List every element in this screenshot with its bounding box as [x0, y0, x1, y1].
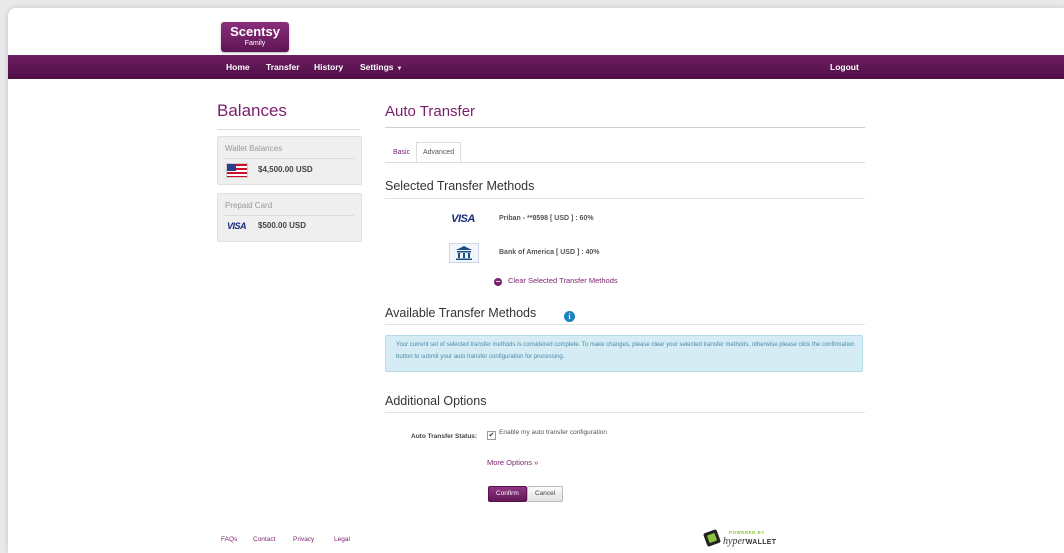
scentsy-family-logo[interactable]: Scentsy Family [221, 22, 289, 52]
method-name: Bank of America [499, 249, 554, 256]
footer-link-contact[interactable]: Contact [253, 536, 275, 543]
us-flag-icon [226, 163, 248, 178]
footer-link-faqs[interactable]: FAQs [221, 536, 237, 543]
auto-transfer-status-label: Auto Transfer Status: [411, 433, 478, 440]
selected-methods-heading: Selected Transfer Methods [385, 179, 535, 193]
info-alert: Your current set of selected transfer me… [385, 335, 863, 372]
nav-settings[interactable]: Settings ▼ [360, 55, 402, 79]
prepaid-card-title: Prepaid Card [225, 201, 273, 210]
prepaid-card-card: Prepaid Card VISA $500.00 USD [217, 193, 362, 242]
additional-options-heading: Additional Options [385, 394, 487, 408]
balances-divider [217, 129, 360, 130]
tabs-divider [385, 162, 865, 163]
wallet-balances-card: Wallet Balances $4,500.00 USD [217, 136, 362, 185]
method-percent: : 60% [575, 215, 594, 222]
wallet-balances-title: Wallet Balances [225, 144, 283, 153]
card-divider [225, 158, 354, 159]
nav-home[interactable]: Home [226, 55, 250, 79]
nav-history[interactable]: History [314, 55, 343, 79]
nav-settings-label: Settings [360, 62, 394, 72]
method-currency: [ USD ] [555, 249, 580, 256]
chevron-down-icon: ▼ [396, 66, 403, 72]
card-divider [225, 215, 354, 216]
method-percent: : 40% [581, 249, 600, 256]
top-navbar: Home Transfer History Settings ▼ Logout [8, 55, 1064, 79]
footer-link-legal[interactable]: Legal [334, 536, 350, 543]
visa-icon: VISA [227, 221, 247, 231]
clear-selected-methods-link[interactable]: − Clear Selected Transfer Methods [494, 276, 618, 286]
transfer-method-row: Priban - **8598 [ USD ] : 60% [499, 215, 594, 222]
logo-subtitle: Family [244, 40, 266, 47]
available-methods-heading: Available Transfer Methods [385, 306, 537, 320]
more-options-link[interactable]: More Options » [487, 458, 538, 467]
tab-advanced[interactable]: Advanced [416, 142, 462, 164]
info-icon[interactable]: i [564, 311, 575, 322]
nav-transfer[interactable]: Transfer [266, 55, 300, 79]
footer-link-privacy[interactable]: Privacy [293, 536, 314, 543]
page-title: Auto Transfer [385, 103, 476, 120]
logo-brand: Scentsy [230, 24, 280, 39]
bank-icon [449, 243, 479, 263]
hyperwallet-wordmark: hyperWALLET [723, 536, 777, 547]
method-currency: [ USD ] [549, 215, 574, 222]
enable-auto-transfer-checkbox[interactable]: ✔ [487, 431, 496, 440]
nav-logout[interactable]: Logout [830, 55, 859, 79]
title-divider [385, 127, 865, 128]
visa-icon: VISA [451, 213, 475, 225]
balances-heading: Balances [217, 101, 287, 120]
section-divider [385, 198, 865, 199]
enable-auto-transfer-label[interactable]: Enable my auto transfer configuration [499, 429, 607, 436]
browser-window: Scentsy Family Home Transfer History Set… [8, 8, 1064, 553]
confirm-button[interactable]: Confirm [488, 486, 527, 502]
section-divider [385, 324, 865, 325]
minus-circle-icon: − [494, 277, 502, 286]
prepaid-balance-amount: $500.00 USD [258, 221, 307, 230]
wallet-balance-amount: $4,500.00 USD [258, 165, 313, 174]
transfer-method-row: Bank of America [ USD ] : 40% [499, 249, 600, 256]
method-name: Priban - **8598 [499, 215, 549, 222]
clear-link-label: Clear Selected Transfer Methods [508, 276, 618, 285]
section-divider [385, 412, 865, 413]
hyperwallet-mark-icon [703, 529, 721, 547]
tab-basic[interactable]: Basic [387, 144, 416, 162]
cancel-button[interactable]: Cancel [527, 486, 564, 502]
powered-by-text: POWERED BY [729, 530, 765, 535]
